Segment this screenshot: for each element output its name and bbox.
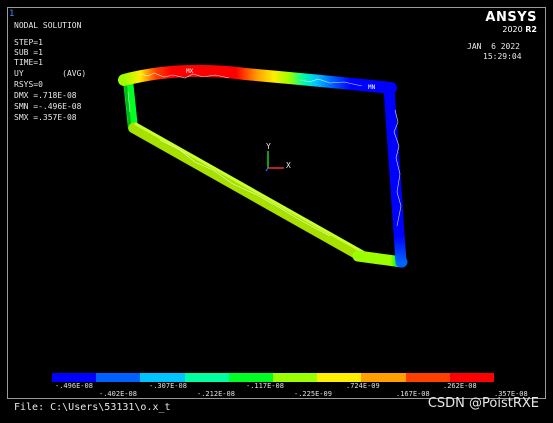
- legend-label-bottom-0: -.402E-08: [99, 390, 137, 398]
- contour-legend-bar: [52, 373, 495, 382]
- legend-swatch-2: [140, 373, 185, 382]
- mx-label: MX: [186, 68, 194, 75]
- triad-y-label: Y: [266, 142, 271, 151]
- model-edge-diagonal-shade: [134, 122, 365, 254]
- legend-label-bottom-2: -.225E-09: [294, 390, 332, 398]
- legend-label-top-2: -.117E-08: [246, 382, 284, 390]
- triad-x-label: X: [286, 161, 291, 170]
- legend-label-top-4: .262E-08: [443, 382, 477, 390]
- watermark: CSDN @PoistRXE: [427, 396, 539, 411]
- legend-swatch-9: [449, 373, 495, 382]
- mesh-lines: [127, 72, 402, 237]
- legend-swatch-0: [52, 373, 97, 382]
- legend-swatch-5: [273, 373, 318, 382]
- mn-label: MN: [368, 84, 376, 91]
- legend-label-top-1: -.307E-08: [149, 382, 187, 390]
- legend-swatch-6: [317, 373, 362, 382]
- model-edge-top: [118, 64, 397, 94]
- legend-swatch-1: [96, 373, 141, 382]
- legend-swatch-3: [184, 373, 229, 382]
- file-label: File: C:\Users\53131\o.x_t: [14, 402, 171, 413]
- legend-swatch-7: [361, 373, 406, 382]
- legend-label-bottom-1: -.212E-08: [197, 390, 235, 398]
- legend-swatch-8: [405, 373, 450, 382]
- legend-label-top-0: -.496E-08: [55, 382, 93, 390]
- model-edge-diagonal: [128, 122, 367, 262]
- legend-label-top-3: .724E-09: [346, 382, 380, 390]
- triad-z-axis: [265, 167, 269, 172]
- legend-label-bottom-3: .167E-08: [396, 390, 430, 398]
- model-view[interactable]: MX MN Y X: [0, 0, 553, 423]
- legend-swatch-4: [228, 373, 274, 382]
- model-edge-right: [383, 82, 407, 268]
